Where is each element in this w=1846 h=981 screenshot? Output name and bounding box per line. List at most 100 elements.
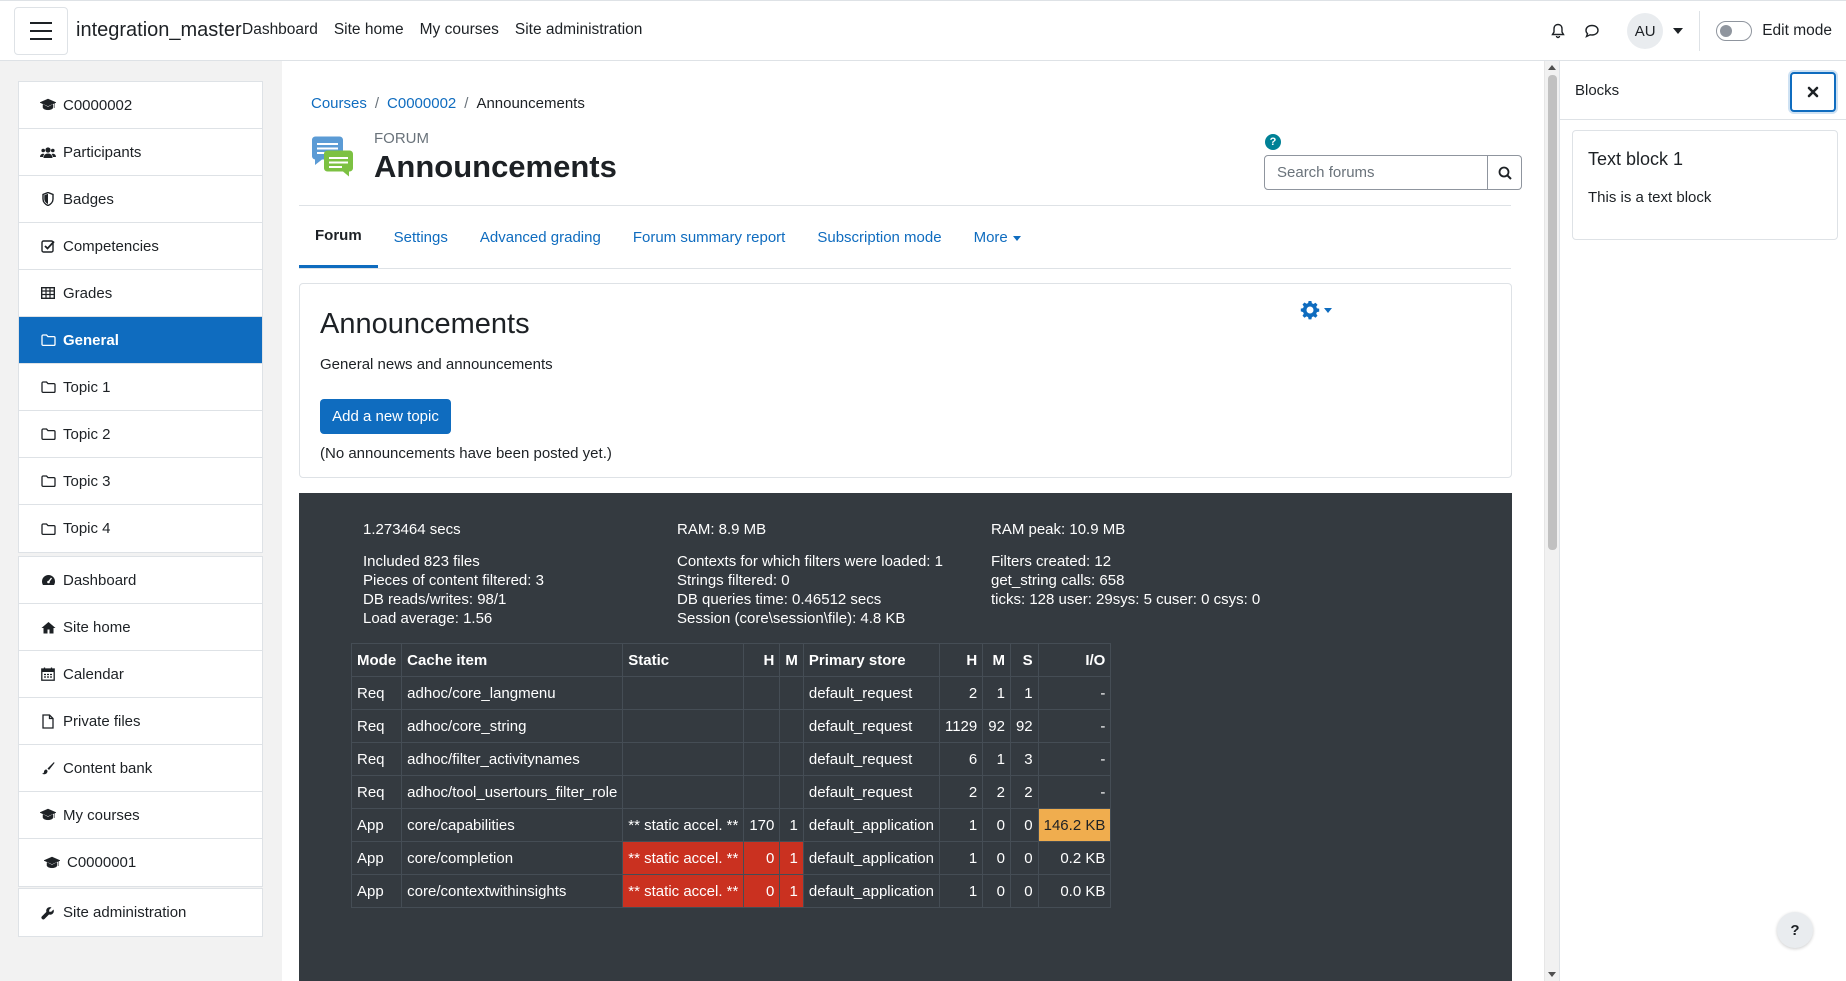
tab-advanced-grading[interactable]: Advanced grading [464, 206, 617, 268]
site-nav-item-calendar[interactable]: Calendar [19, 651, 262, 698]
site-nav-label: Dashboard [63, 571, 137, 589]
nav-link-my-courses[interactable]: My courses [420, 21, 499, 39]
column-header: Primary store [802, 643, 940, 677]
tab-subscription-mode[interactable]: Subscription mode [801, 206, 957, 268]
bell-icon[interactable] [1543, 16, 1573, 46]
perf-stat: Load average: 1.56 [363, 610, 493, 627]
site-nav-label: My courses [63, 806, 140, 824]
table-row: Req adhoc/core_string default_request 11… [350, 709, 1112, 743]
table-cell: 2 [938, 775, 984, 809]
table-cell [622, 742, 745, 776]
nav-link-dashboard[interactable]: Dashboard [242, 21, 318, 39]
table-cell: - [1037, 676, 1112, 710]
site-nav-item-c0000001[interactable]: C0000001 [19, 839, 262, 886]
edit-mode-toggle[interactable] [1716, 21, 1753, 41]
breadcrumb-courses[interactable]: Courses [311, 95, 367, 112]
table-cell: 146.2 KB [1037, 808, 1112, 842]
course-nav-item-topic-1[interactable]: Topic 1 [19, 364, 262, 411]
main-scrollbar[interactable] [1544, 61, 1559, 981]
table-cell: App [350, 841, 403, 875]
course-nav-item-c0000002[interactable]: C0000002 [19, 82, 262, 129]
table-cell: 0 [1009, 808, 1039, 842]
tab-settings[interactable]: Settings [378, 206, 464, 268]
course-nav-item-topic-2[interactable]: Topic 2 [19, 411, 262, 458]
admin-nav-group: Site administration [18, 888, 263, 937]
table-cell: 92 [1009, 709, 1039, 743]
site-nav-item-dashboard[interactable]: Dashboard [19, 557, 262, 604]
help-button[interactable]: ? [1777, 912, 1813, 948]
table-cell [743, 742, 781, 776]
scrollbar-thumb[interactable] [1548, 75, 1557, 550]
admin-nav-label: Site administration [63, 904, 187, 921]
secondary-navigation: Forum Settings Advanced grading Forum su… [299, 206, 1511, 269]
site-nav-item-my-courses[interactable]: My courses [19, 792, 262, 839]
hamburger-icon[interactable] [14, 7, 68, 55]
perf-column-2: RAM: 8.9 MB Contexts for which filters w… [677, 519, 943, 630]
table-cell [779, 709, 804, 743]
table-cell: Req [350, 742, 403, 776]
check-square-icon [39, 239, 57, 253]
course-nav-item-general[interactable]: General [19, 317, 262, 364]
course-nav-item-topic-4[interactable]: Topic 4 [19, 505, 262, 552]
add-new-topic-button[interactable]: Add a new topic [320, 399, 451, 434]
question-circle-icon[interactable]: ? [1265, 134, 1281, 150]
folder-icon [39, 381, 57, 393]
chat-icon[interactable] [1577, 16, 1607, 46]
table-cell: 92 [982, 709, 1011, 743]
search-forums-input[interactable] [1264, 155, 1488, 190]
tab-forum[interactable]: Forum [299, 206, 378, 268]
table-cell: - [1037, 742, 1112, 776]
perf-stat: ticks: 128 user: 29sys: 5 cuser: 0 csys:… [991, 591, 1261, 608]
nav-link-site-home[interactable]: Site home [334, 21, 404, 39]
course-nav-item-badges[interactable]: Badges [19, 176, 262, 223]
table-cell: Req [350, 709, 403, 743]
table-cell: default_application [802, 808, 940, 842]
course-nav-label: C0000002 [63, 96, 133, 114]
table-cell: default_request [802, 676, 940, 710]
table-cell: default_application [802, 841, 940, 875]
tab-more-label: More [973, 228, 1008, 246]
breadcrumb-course[interactable]: C0000002 [387, 95, 456, 112]
tab-forum-summary-report[interactable]: Forum summary report [617, 206, 802, 268]
table-cell [779, 676, 804, 710]
search-button[interactable] [1488, 155, 1522, 190]
site-nav-label: Site home [63, 618, 131, 636]
table-cell: adhoc/core_langmenu [401, 676, 624, 710]
tab-more[interactable]: More [958, 206, 1037, 268]
course-nav-item-grades[interactable]: Grades [19, 270, 262, 317]
site-nav-item-site-home[interactable]: Site home [19, 604, 262, 651]
table-cell: App [350, 874, 403, 908]
chevron-down-icon[interactable] [1673, 28, 1684, 34]
course-nav-label: Badges [63, 190, 114, 208]
site-nav-item-content-bank[interactable]: Content bank [19, 745, 262, 792]
course-nav-label: General [63, 331, 119, 349]
column-header: H [938, 643, 984, 677]
scroll-down-arrow-icon[interactable] [1548, 972, 1556, 977]
close-drawer-button[interactable] [1790, 72, 1836, 112]
course-nav-item-participants[interactable]: Participants [19, 129, 262, 176]
avatar[interactable]: AU [1627, 13, 1664, 49]
nav-link-site-administration[interactable]: Site administration [515, 21, 643, 39]
table-cell: 2 [982, 775, 1011, 809]
settings-menu[interactable] [1300, 300, 1332, 320]
table-cell [743, 775, 781, 809]
table-cell: 3 [1009, 742, 1039, 776]
table-cell: 1 [938, 808, 984, 842]
users-icon [39, 146, 57, 159]
course-nav-item-competencies[interactable]: Competencies [19, 223, 262, 270]
perf-stat: RAM peak: 10.9 MB [991, 521, 1126, 538]
table-cell: 0 [982, 874, 1011, 908]
blocks-drawer: Blocks Text block 1 This is a text block [1559, 61, 1846, 981]
site-nav-item-site-administration[interactable]: Site administration [19, 889, 262, 936]
scroll-up-arrow-icon[interactable] [1548, 65, 1556, 70]
close-icon [1807, 86, 1819, 98]
empty-announcements-text: (No announcements have been posted yet.) [320, 445, 612, 462]
table-cell: core/contextwithinsights [401, 874, 624, 908]
breadcrumb: Courses / C0000002 / Announcements [311, 95, 585, 112]
table-cell: Req [350, 775, 403, 809]
site-brand[interactable]: integration_master [76, 19, 242, 42]
site-nav-item-private-files[interactable]: Private files [19, 698, 262, 745]
course-nav-item-topic-3[interactable]: Topic 3 [19, 458, 262, 505]
text-block: Text block 1 This is a text block [1572, 130, 1838, 240]
table-icon [39, 287, 57, 299]
